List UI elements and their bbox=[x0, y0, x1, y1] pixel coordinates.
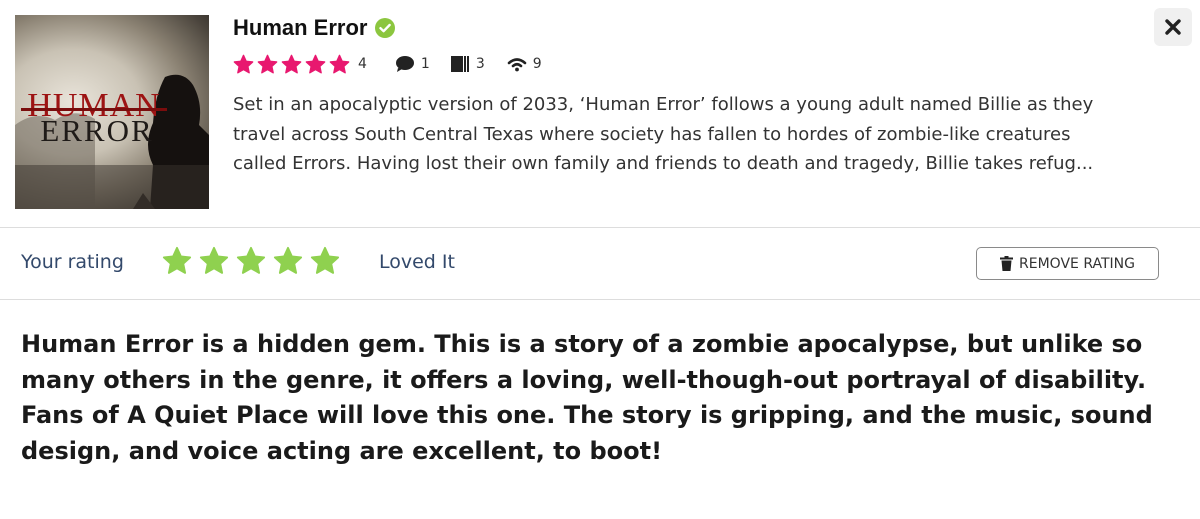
episodes-count: 3 bbox=[475, 56, 485, 72]
listens-count: 9 bbox=[532, 56, 542, 72]
remove-rating-label: REMOVE RATING bbox=[1019, 255, 1135, 272]
description-line: called Errors. Having lost their own fam… bbox=[233, 153, 1094, 174]
star-icon bbox=[305, 54, 326, 73]
star-icon[interactable] bbox=[162, 246, 192, 276]
cover-art[interactable]: HUMAN ERROR bbox=[15, 15, 209, 209]
close-icon bbox=[1165, 19, 1181, 35]
review-line: many others in the genre, it offers a lo… bbox=[21, 365, 1147, 394]
divider bbox=[0, 227, 1200, 228]
close-button[interactable] bbox=[1154, 8, 1192, 46]
episodes-stat: 3 bbox=[450, 55, 485, 73]
wifi-icon bbox=[507, 58, 527, 72]
rating-verdict: Loved It bbox=[379, 251, 455, 273]
description-line: travel across South Central Texas where … bbox=[233, 123, 1071, 145]
comments-stat[interactable]: 1 bbox=[395, 55, 430, 73]
description-line: Set in an apocalyptic version of 2033, ‘… bbox=[233, 94, 1094, 115]
item-stats: 4 1 3 9 bbox=[233, 52, 542, 76]
user-rating-row: Your rating Loved It REMOVE RATING bbox=[0, 229, 1200, 299]
trash-icon bbox=[1000, 256, 1014, 271]
remove-rating-button[interactable]: REMOVE RATING bbox=[976, 247, 1159, 280]
divider bbox=[0, 299, 1200, 300]
review-line: design, and voice acting are excellent, … bbox=[21, 436, 663, 465]
star-icon[interactable] bbox=[236, 246, 266, 276]
item-header: HUMAN ERROR Human Error 4 1 3 9 Set in a… bbox=[0, 0, 1200, 228]
star-icon bbox=[329, 54, 350, 73]
star-icon[interactable] bbox=[273, 246, 303, 276]
your-rating-label: Your rating bbox=[21, 251, 124, 273]
book-icon bbox=[450, 56, 469, 72]
user-rating-stars[interactable] bbox=[162, 246, 340, 276]
star-icon[interactable] bbox=[310, 246, 340, 276]
item-description: Set in an apocalyptic version of 2033, ‘… bbox=[233, 90, 1173, 179]
comment-icon bbox=[395, 56, 414, 72]
cover-subtitle: ERROR bbox=[40, 113, 154, 148]
star-icon bbox=[257, 54, 278, 73]
star-icon bbox=[281, 54, 302, 73]
comments-count: 1 bbox=[420, 56, 430, 72]
review-line: Fans of A Quiet Place will love this one… bbox=[21, 401, 1153, 429]
rating-count: 4 bbox=[358, 56, 367, 72]
item-title[interactable]: Human Error bbox=[233, 15, 367, 41]
average-rating-stars bbox=[233, 54, 350, 75]
title-row: Human Error bbox=[233, 14, 396, 42]
check-circle-icon bbox=[375, 18, 396, 38]
star-icon[interactable] bbox=[199, 246, 229, 276]
review-line: Human Error is a hidden gem. This is a s… bbox=[21, 330, 1143, 358]
review-text: Human Error is a hidden gem. This is a s… bbox=[21, 327, 1193, 469]
star-icon bbox=[233, 54, 254, 73]
cover-strike-line bbox=[21, 108, 167, 111]
listens-stat: 9 bbox=[507, 56, 542, 72]
